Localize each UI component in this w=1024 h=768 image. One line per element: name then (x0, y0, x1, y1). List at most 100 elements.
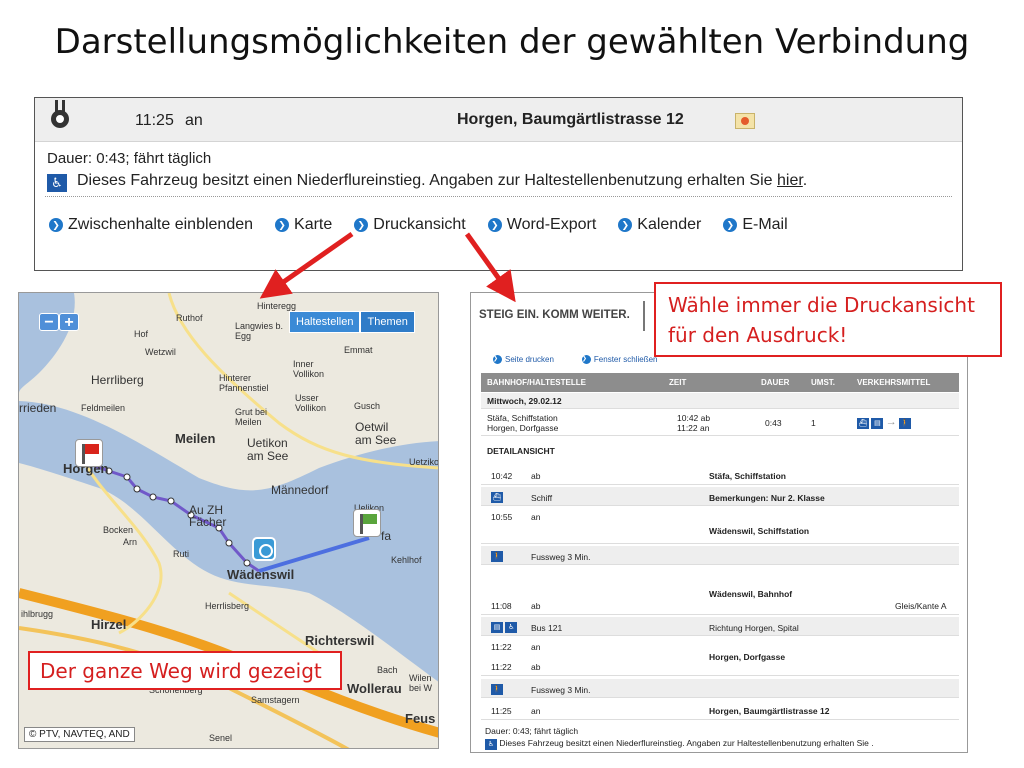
map-label: Feus (405, 711, 436, 726)
bus-icon: ▤ ♿ (491, 621, 518, 633)
detail-info: Bemerkungen: Nur 2. Klasse (709, 493, 825, 503)
wheelchair-icon: ♿ (47, 174, 67, 192)
map-label: Herrlisberg (205, 601, 250, 611)
detail-time: 10:42 (491, 471, 513, 481)
detail-time: 11:25 (491, 706, 512, 716)
transport-icons: ⛴ ▤ → 🚶 (857, 416, 912, 429)
zoom-out-button[interactable]: − (39, 313, 59, 331)
col-header: UMST. (811, 378, 835, 387)
divider (45, 196, 952, 197)
summary-changes: 1 (811, 418, 816, 428)
link-label: Druckansicht (373, 216, 466, 233)
summary-duration: 0:43 (765, 418, 782, 428)
bus-icon: ▤ (871, 418, 884, 429)
detail-type: ab (531, 662, 541, 672)
detail-time: 11:22 (491, 662, 512, 672)
tab-themen[interactable]: Themen (360, 311, 415, 333)
connection-detail-panel: 11:25 an Horgen, Baumgärtlistrasse 12 Da… (34, 97, 963, 271)
map-location-icon[interactable] (735, 113, 755, 129)
wheelchair-text: Dieses Fahrzeug besitzt einen Niederflur… (77, 172, 773, 189)
map-label: rrieden (19, 401, 57, 415)
detail-row: 11:08 ab Wädenswil, Bahnhof Gleis/Kante … (481, 583, 959, 615)
start-flag-icon[interactable] (75, 439, 103, 467)
map-label: Ruthof (176, 313, 203, 323)
map-label: Wollerau (347, 681, 402, 696)
link-zwischenhalte[interactable]: ❯ Zwischenhalte einblenden (49, 216, 253, 234)
travel-date: Mittwoch, 29.02.12 (481, 393, 959, 409)
link-karte[interactable]: ❯ Karte (275, 216, 332, 234)
ship-icon: ⛴ (491, 492, 503, 503)
col-header: VERKEHRSMITTEL (857, 378, 931, 387)
tab-haltestellen[interactable]: Haltestellen (289, 311, 361, 333)
detail-mode: Fussweg 3 Min. (531, 552, 591, 562)
map-label: Meilen (175, 431, 216, 446)
map-label: Oetwil am See (355, 420, 397, 447)
link-label: Kalender (637, 216, 702, 233)
link-email[interactable]: ❯ E-Mail (723, 216, 788, 234)
hier-link[interactable]: hier (777, 172, 803, 189)
map-label: Hof (134, 329, 149, 339)
brand-slogan: STEIG EIN. KOMM WEITER. (479, 309, 630, 321)
detail-time: 10:55 (491, 512, 513, 522)
arrival-row: 11:25 an Horgen, Baumgärtlistrasse 12 (35, 98, 962, 142)
map-label: Wädenswil (227, 567, 295, 582)
map-label: fa (381, 529, 392, 543)
map-label: Herrliberg (91, 373, 144, 387)
print-action-label: Seite drucken (505, 355, 554, 364)
destination-flag-icon[interactable] (353, 509, 381, 537)
map-label: Feldmeilen (81, 403, 126, 413)
map-label: Grut bei Meilen (235, 407, 268, 427)
map-label: Kehlhof (391, 555, 422, 565)
callout-print-hint: Wähle immer die Druckansicht für den Aus… (654, 282, 1002, 357)
print-action-label: Fenster schließen (593, 355, 658, 364)
print-footer: Dauer: 0:43; fährt täglich ♿ Dieses Fahr… (485, 725, 874, 750)
arrow-bullet-icon: ❯ (487, 218, 502, 232)
detail-info: Wädenswil, Schiffstation (709, 526, 810, 536)
detail-time: 11:22 (491, 642, 512, 652)
link-druckansicht[interactable]: ❯ Druckansicht (354, 216, 466, 234)
print-view-panel: STEIG EIN. KOMM WEITER. ❯ Seite drucken ❯… (470, 292, 968, 753)
arrival-type: an (185, 112, 203, 129)
map-label: Langwies b. Egg (235, 321, 284, 341)
map-label: Hinteregg (257, 301, 297, 311)
detail-type: ab (531, 601, 541, 611)
action-links: ❯ Zwischenhalte einblenden ❯ Karte ❯ Drucka… (49, 216, 959, 234)
detail-row: 11:22 an 11:22 ab Horgen, Dorfgasse (481, 638, 959, 676)
link-label: Karte (294, 216, 333, 233)
duration-text: Dauer: 0:43; fährt täglich (47, 150, 212, 167)
map-label: ihlbrugg (21, 609, 54, 619)
detail-type: an (531, 512, 541, 522)
zoom-control: − + (39, 313, 79, 331)
arrival-station: Horgen, Baumgärtlistrasse 12 (457, 111, 684, 128)
ship-icon: ⛴ (857, 418, 869, 429)
link-word-export[interactable]: ❯ Word-Export (487, 216, 596, 234)
map-label: Hinterer Pfannenstiel (219, 373, 269, 393)
callout-map-hint: Der ganze Weg wird gezeigt (28, 651, 342, 690)
wheelchair-info: ♿ Dieses Fahrzeug besitzt einen Niederflu… (47, 172, 807, 192)
detail-extra: Gleis/Kante A (895, 601, 947, 611)
map-label: Uetziko (409, 457, 439, 467)
table-header: BAHNHOF/HALTESTELLE ZEIT DAUER UMST. VER… (481, 373, 959, 392)
footer-wheelchair: Dieses Fahrzeug besitzt einen Niederflur… (499, 738, 874, 748)
detail-info: Stäfa, Schiffstation (709, 471, 786, 481)
detail-row: ▤ ♿ Bus 121 Richtung Horgen, Spital (481, 617, 959, 636)
detail-time: 11:08 (491, 601, 512, 611)
wheelchair-icon: ♿ (485, 739, 497, 750)
map-label: Emmat (344, 345, 373, 355)
arrow-right-icon: → (885, 416, 897, 428)
map-label: Uetikon am See (247, 436, 289, 463)
map-label: Wilen bei W (409, 673, 433, 693)
summary-to: Horgen, Dorfgasse (487, 423, 559, 433)
map-label: Ruti (173, 549, 190, 559)
zoom-in-button[interactable]: + (59, 313, 79, 331)
arrow-bullet-icon: ❯ (618, 218, 633, 232)
arrow-bullet-icon: ❯ (723, 218, 738, 232)
col-header: ZEIT (669, 378, 687, 387)
station-target-icon[interactable] (252, 537, 276, 561)
detail-row: 🚶 Fussweg 3 Min. (481, 546, 959, 565)
map-label: Usser Vollikon (295, 393, 327, 413)
detail-row: 10:55 an Wädenswil, Schiffstation (481, 508, 959, 544)
link-kalender[interactable]: ❯ Kalender (618, 216, 701, 234)
print-page-link[interactable]: ❯ Seite drucken (493, 355, 568, 364)
summary-arr: 11:22 an (677, 423, 710, 433)
